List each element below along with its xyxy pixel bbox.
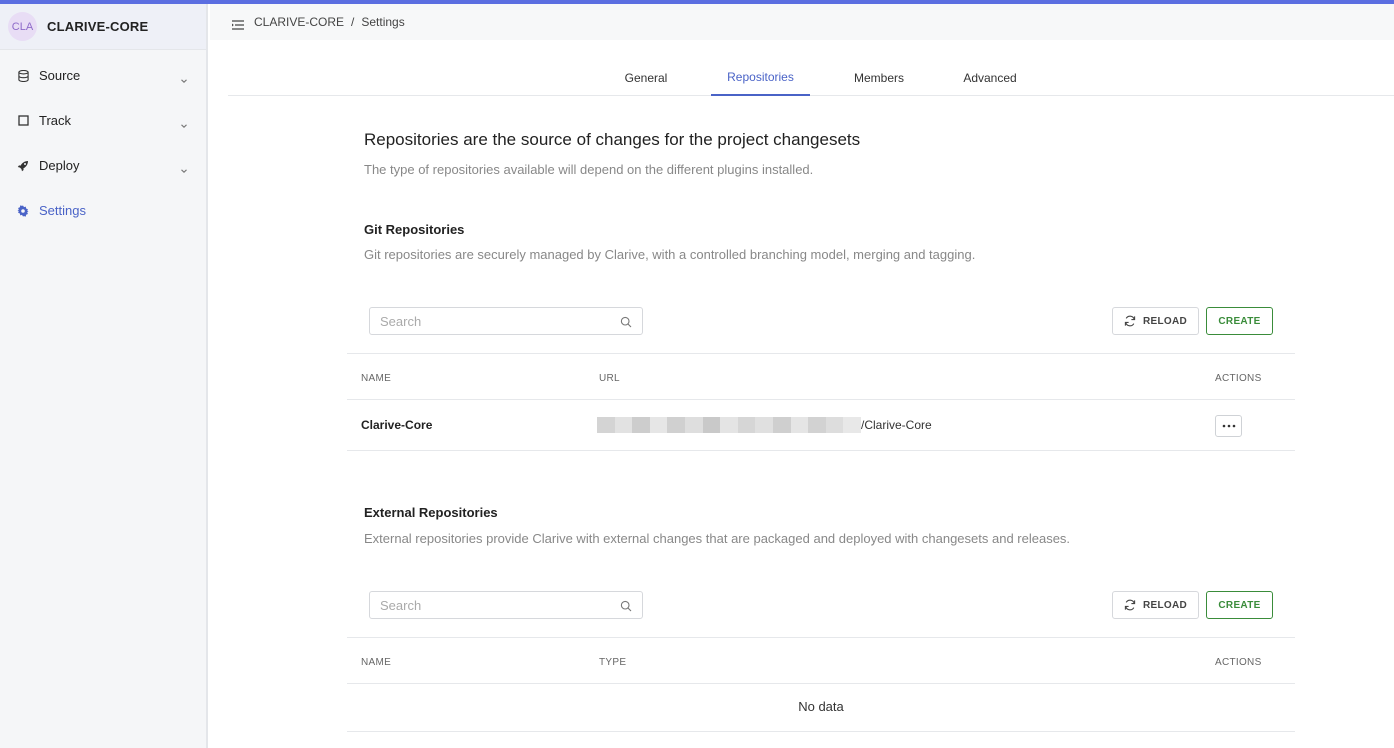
reload-icon [1124, 599, 1136, 611]
sidebar-item-track[interactable]: Track [0, 98, 206, 143]
column-header-url: URL [599, 373, 620, 384]
tab-advanced[interactable]: Advanced [950, 60, 1030, 96]
external-search-input[interactable] [380, 597, 620, 613]
tab-members[interactable]: Members [843, 60, 915, 96]
git-search-input[interactable] [380, 313, 620, 329]
sidebar-item-settings[interactable]: Settings [0, 188, 206, 233]
sidebar: CLA CLARIVE-CORE Source Track Deploy Set… [0, 4, 208, 748]
repo-url-suffix: /Clarive-Core [861, 418, 932, 432]
reload-label: RELOAD [1142, 315, 1188, 327]
table-divider [347, 683, 1295, 684]
table-divider [347, 353, 1295, 354]
search-icon [620, 315, 632, 328]
repo-url: /Clarive-Core [597, 417, 932, 433]
gear-icon [17, 204, 29, 217]
breadcrumb-project[interactable]: CLARIVE-CORE [254, 15, 344, 29]
reload-label: RELOAD [1142, 599, 1188, 611]
sidebar-item-deploy[interactable]: Deploy [0, 143, 206, 188]
sidebar-nav: Source Track Deploy Settings [0, 50, 206, 233]
database-icon [17, 69, 29, 82]
menu-toggle-icon[interactable] [232, 17, 244, 30]
sidebar-item-label: Deploy [39, 158, 80, 173]
repo-name[interactable]: Clarive-Core [361, 418, 432, 432]
breadcrumb-current: Settings [361, 15, 405, 29]
page-title: Repositories are the source of changes f… [364, 130, 861, 149]
git-create-button[interactable]: CREATE [1206, 307, 1273, 335]
sidebar-item-source[interactable]: Source [0, 53, 206, 98]
column-header-actions: ACTIONS [1215, 373, 1262, 384]
search-icon [620, 599, 632, 612]
table-divider [347, 450, 1295, 451]
column-header-name: NAME [361, 373, 392, 384]
project-name: CLARIVE-CORE [47, 19, 149, 34]
external-search-field[interactable] [369, 591, 643, 619]
project-avatar: CLA [8, 12, 37, 41]
column-header-actions: ACTIONS [1215, 657, 1262, 668]
git-section-title: Git Repositories [364, 222, 465, 237]
sidebar-item-label: Track [39, 113, 72, 128]
external-create-button[interactable]: CREATE [1206, 591, 1273, 619]
column-header-type: TYPE [599, 657, 627, 668]
empty-state: No data [798, 699, 844, 714]
breadcrumb-separator: / [351, 15, 355, 29]
tab-repositories[interactable]: Repositories [711, 60, 810, 96]
project-brand[interactable]: CLA CLARIVE-CORE [0, 4, 206, 50]
chevron-down-icon [180, 162, 188, 173]
table-divider [347, 399, 1295, 400]
redacted-url-block [597, 417, 861, 433]
reload-icon [1124, 315, 1136, 327]
sidebar-item-label: Source [39, 68, 81, 83]
top-header: CLARIVE-CORE / Settings [210, 4, 1394, 40]
column-header-name: NAME [361, 657, 392, 668]
tab-general[interactable]: General [614, 60, 678, 96]
sidebar-item-label: Settings [39, 203, 86, 218]
external-section-description: External repositories provide Clarive wi… [364, 531, 1071, 546]
rocket-icon [17, 160, 29, 172]
git-reload-button[interactable]: RELOAD [1112, 307, 1199, 335]
git-section-description: Git repositories are securely managed by… [364, 247, 976, 262]
git-search-field[interactable] [369, 307, 643, 335]
external-section-title: External Repositories [364, 505, 498, 520]
square-icon [17, 115, 29, 127]
table-divider [347, 731, 1295, 732]
chevron-down-icon [180, 117, 188, 128]
more-horizontal-icon [1222, 424, 1235, 428]
settings-tabs: General Repositories Members Advanced [228, 60, 1394, 96]
external-reload-button[interactable]: RELOAD [1112, 591, 1199, 619]
row-actions-button[interactable] [1215, 415, 1242, 437]
chevron-down-icon [180, 72, 188, 83]
page-subtitle: The type of repositories available will … [364, 162, 814, 177]
table-divider [347, 637, 1295, 638]
